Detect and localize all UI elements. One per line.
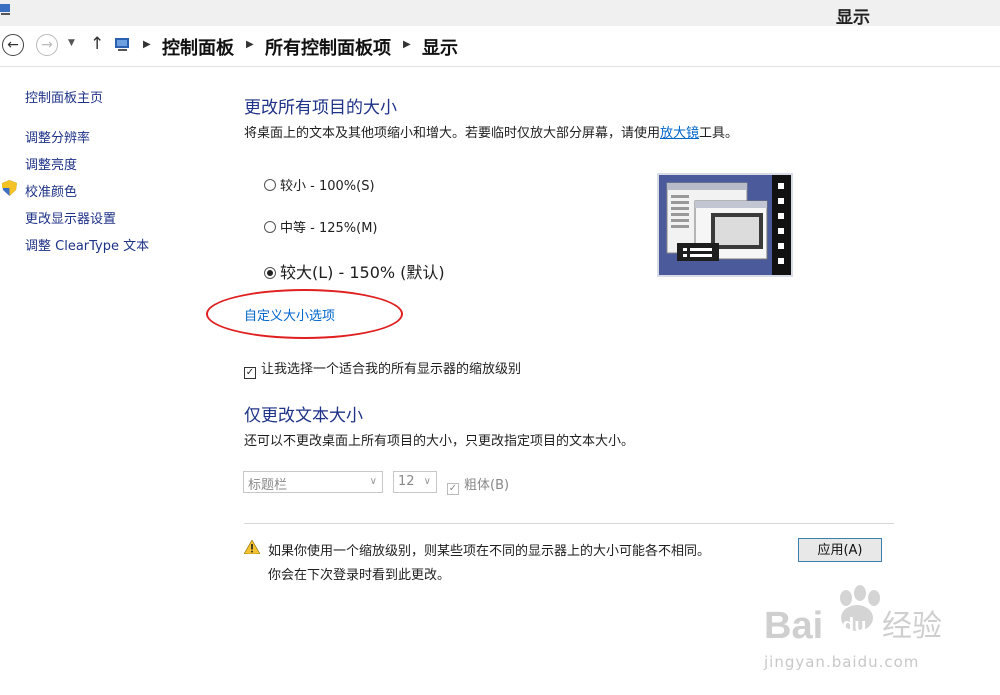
baidu-watermark-logo: Bai du 经验 bbox=[764, 585, 942, 647]
breadcrumb-separator: ▶ bbox=[143, 39, 151, 50]
sidebar-item-home[interactable]: 控制面板主页 bbox=[25, 87, 103, 106]
text-section-heading: 仅更改文本大小 bbox=[244, 406, 363, 426]
warning-icon bbox=[244, 540, 260, 554]
bold-checkbox[interactable]: ✓ bbox=[447, 483, 459, 495]
forward-arrow-icon[interactable]: → bbox=[36, 34, 58, 56]
radio-button-selected[interactable] bbox=[264, 267, 276, 279]
bold-checkbox-row[interactable]: ✓ 粗体(B) bbox=[447, 474, 509, 495]
radio-option-smaller[interactable]: 较小 - 100%(S) bbox=[264, 175, 375, 194]
radio-option-larger[interactable]: 较大(L) - 150% (默认) bbox=[264, 259, 445, 283]
radio-button[interactable] bbox=[264, 221, 276, 233]
title-bar: 显示 bbox=[0, 0, 1000, 28]
warning-text-line1: 如果你使用一个缩放级别，则某些项在不同的显示器上的大小可能各不相同。 bbox=[268, 544, 711, 559]
warning-text-line2: 你会在下次登录时看到此更改。 bbox=[268, 568, 451, 583]
shield-icon bbox=[2, 180, 17, 196]
chevron-down-icon: ∨ bbox=[369, 476, 377, 487]
breadcrumb-separator: ▶ bbox=[403, 39, 411, 50]
scale-section-description: 将桌面上的文本及其他项缩小和增大。若要临时仅放大部分屏幕，请使用放大镜工具。 bbox=[244, 126, 739, 141]
breadcrumb-display[interactable]: 显示 bbox=[422, 34, 458, 60]
text-section-description: 还可以不更改桌面上所有项目的大小，只更改指定项目的文本大小。 bbox=[244, 434, 635, 449]
breadcrumb-all-items[interactable]: 所有控制面板项 bbox=[265, 34, 391, 60]
radio-button[interactable] bbox=[264, 179, 276, 191]
scale-section-heading: 更改所有项目的大小 bbox=[244, 98, 397, 118]
display-preview-image bbox=[657, 173, 793, 277]
radio-option-medium[interactable]: 中等 - 125%(M) bbox=[264, 217, 377, 236]
sidebar-item-display-settings[interactable]: 更改显示器设置 bbox=[25, 208, 116, 227]
scaling-level-checkbox-row[interactable]: ✓ 让我选择一个适合我的所有显示器的缩放级别 bbox=[244, 358, 521, 379]
back-arrow-icon[interactable]: ← bbox=[2, 34, 24, 56]
scaling-level-checkbox[interactable]: ✓ bbox=[244, 367, 256, 379]
up-arrow-icon[interactable]: ↑ bbox=[90, 34, 104, 54]
text-item-select[interactable]: 标题栏 ∨ bbox=[243, 471, 383, 493]
chevron-down-icon: ∨ bbox=[423, 476, 431, 487]
svg-text:du: du bbox=[842, 615, 866, 637]
divider bbox=[244, 523, 894, 524]
app-icon bbox=[0, 4, 10, 15]
recent-locations-dropdown-icon[interactable]: ▼ bbox=[68, 38, 75, 48]
sidebar-item-cleartype[interactable]: 调整 ClearType 文本 bbox=[25, 235, 149, 254]
watermark-url: jingyan.baidu.com bbox=[764, 653, 920, 671]
sidebar-item-resolution[interactable]: 调整分辨率 bbox=[25, 127, 90, 146]
navigation-bar: ← → ▼ ↑ ▶ 控制面板 ▶ 所有控制面板项 ▶ 显示 bbox=[0, 26, 1000, 67]
window-title: 显示 bbox=[836, 8, 870, 28]
breadcrumb-separator: ▶ bbox=[246, 39, 254, 50]
breadcrumb-control-panel[interactable]: 控制面板 bbox=[162, 34, 234, 60]
svg-text:经验: 经验 bbox=[882, 609, 942, 644]
custom-size-link[interactable]: 自定义大小选项 bbox=[244, 305, 335, 324]
apply-button[interactable]: 应用(A) bbox=[798, 538, 882, 562]
font-size-select[interactable]: 12 ∨ bbox=[393, 471, 437, 493]
svg-text:Bai: Bai bbox=[764, 605, 823, 647]
sidebar-item-brightness[interactable]: 调整亮度 bbox=[25, 154, 77, 173]
sidebar-item-calibrate-color[interactable]: 校准颜色 bbox=[25, 181, 77, 200]
control-panel-icon bbox=[115, 38, 129, 51]
magnifier-link[interactable]: 放大镜 bbox=[660, 126, 699, 141]
